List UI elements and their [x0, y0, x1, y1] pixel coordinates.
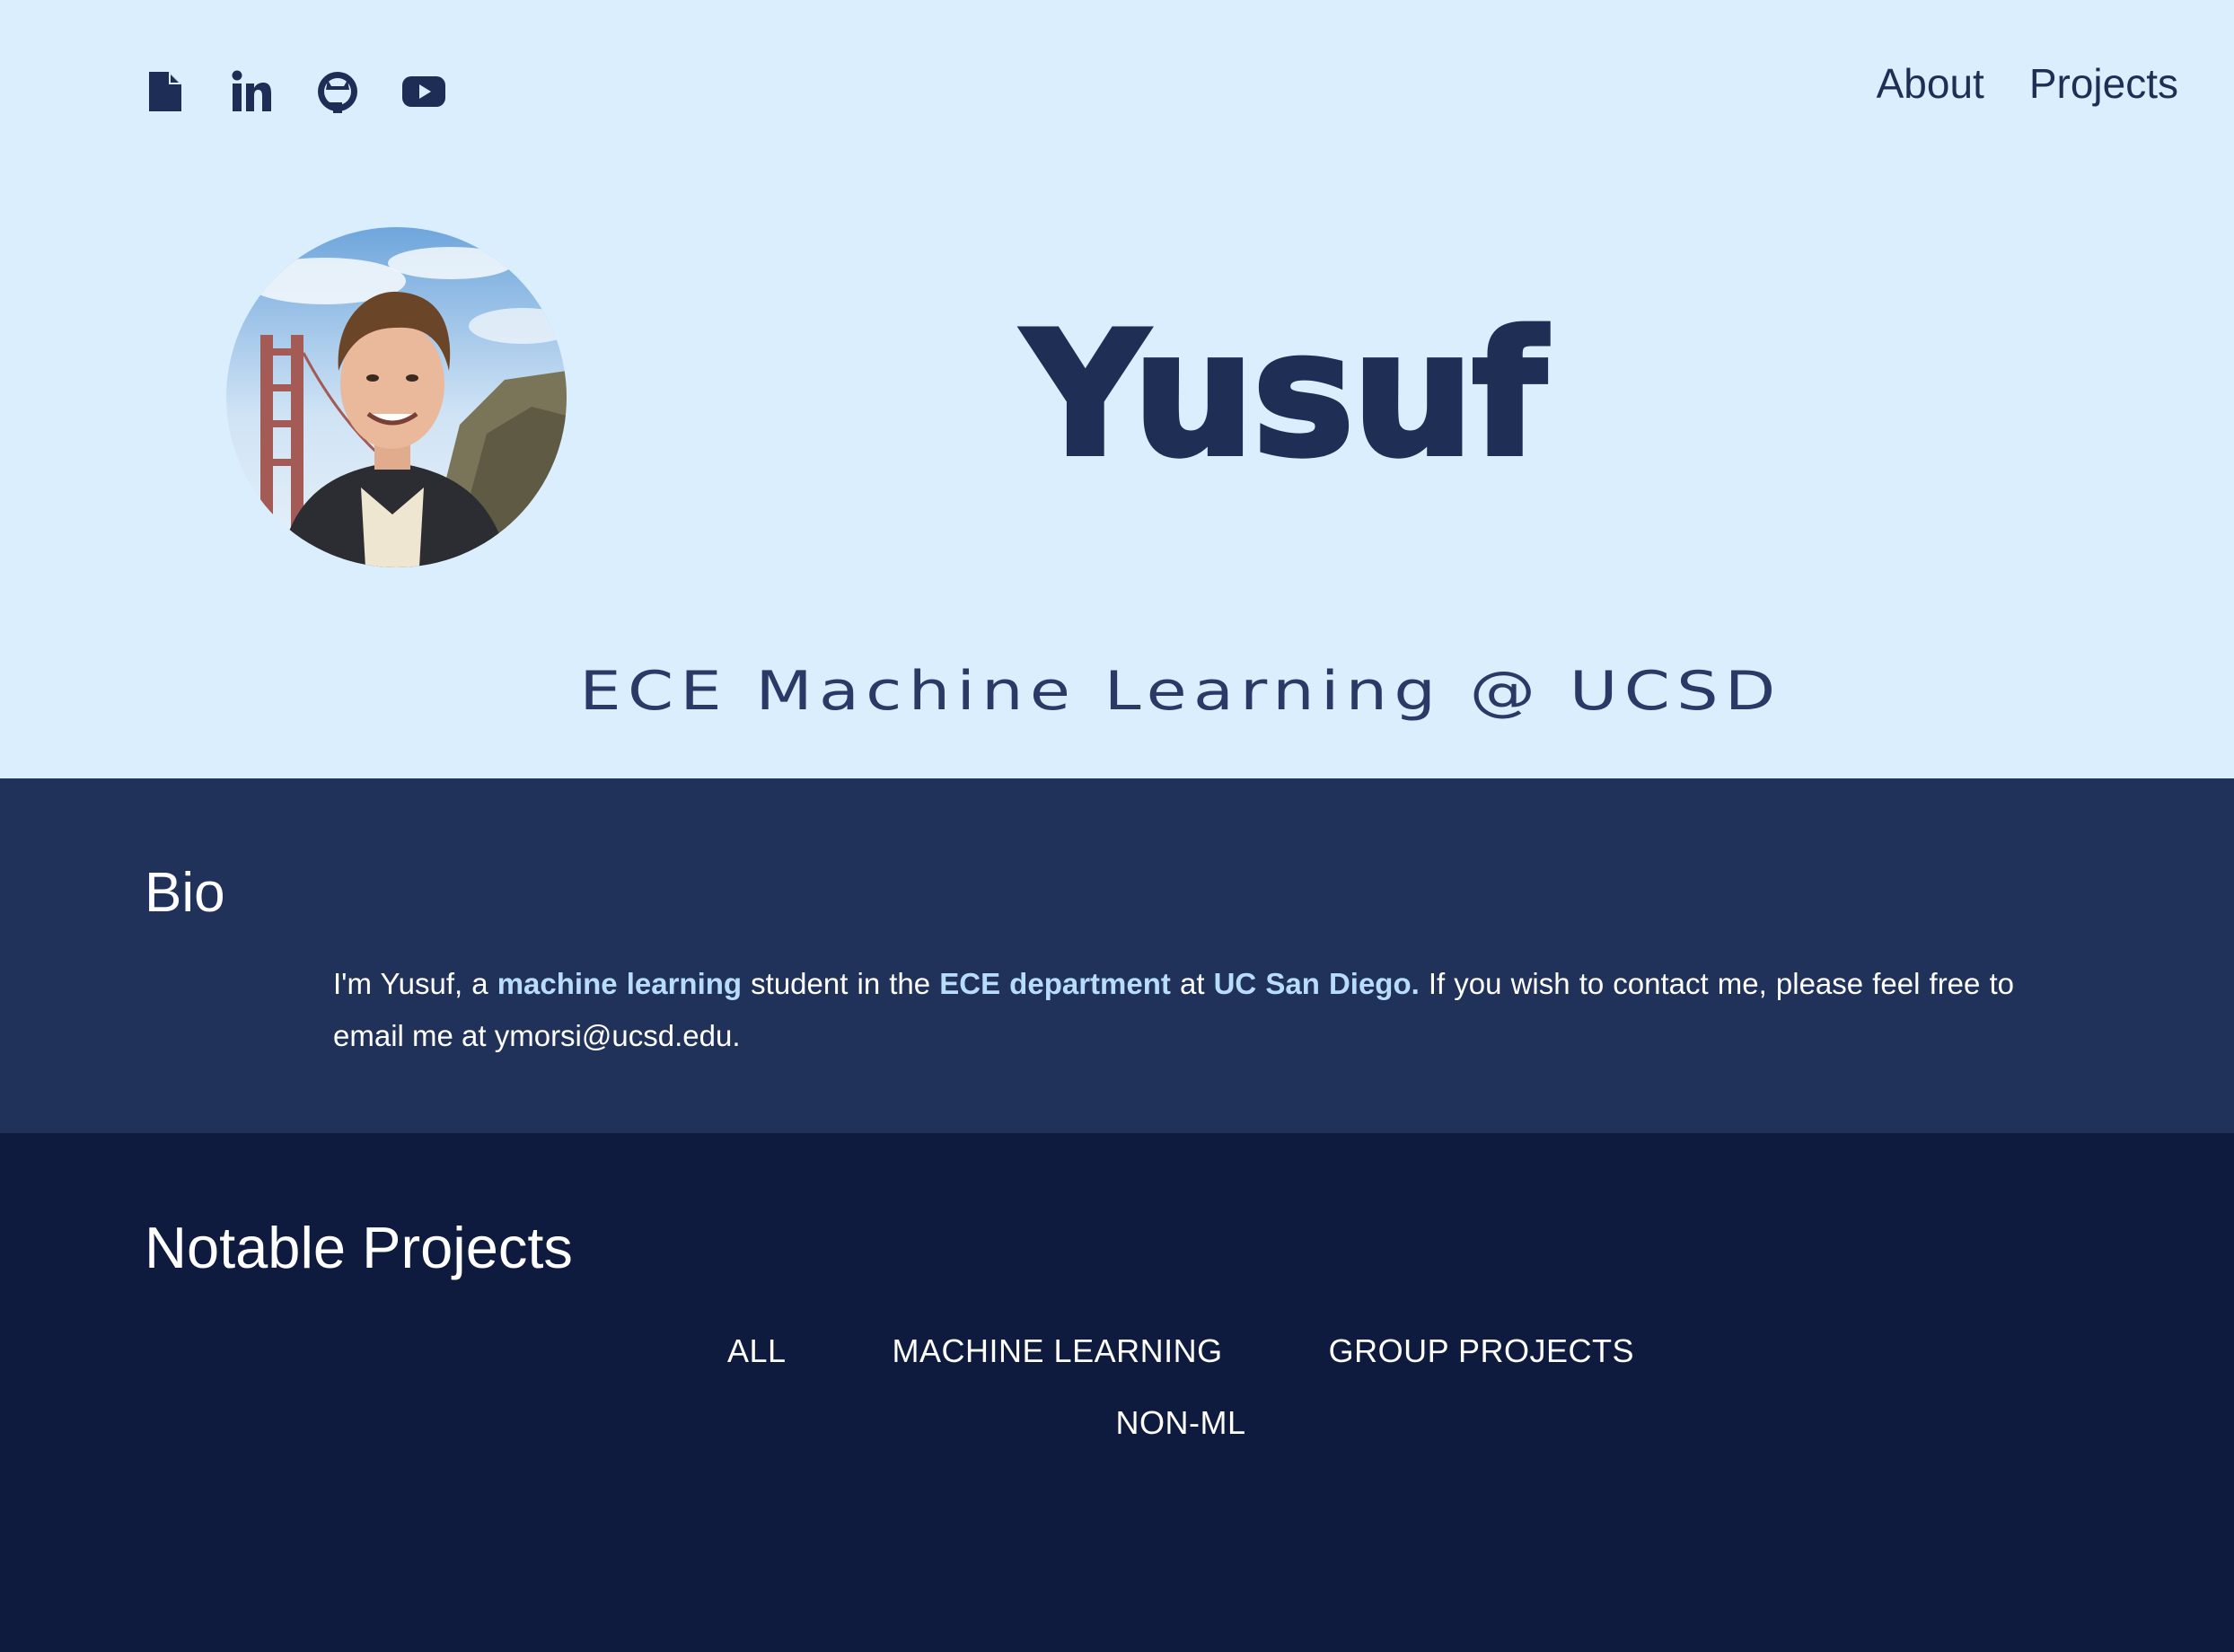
resume-icon-graphic	[149, 72, 181, 111]
filter-all[interactable]: ALL	[727, 1332, 787, 1370]
resume-icon[interactable]	[140, 66, 190, 117]
bio-section: Bio I'm Yusuf, a machine learning studen…	[0, 778, 2234, 1133]
bio-mid-2: at	[1170, 967, 1214, 1000]
bio-heading: Bio	[145, 862, 225, 924]
social-links	[140, 66, 449, 117]
youtube-icon[interactable]	[399, 66, 449, 117]
bio-intro: I'm Yusuf, a	[333, 967, 497, 1000]
nav-projects-link[interactable]: Projects	[2029, 59, 2178, 108]
filter-group-projects[interactable]: GROUP PROJECTS	[1329, 1332, 1634, 1370]
hero-tagline: ECE Machine Learning @ UCSD	[579, 660, 1782, 723]
nav-about-link[interactable]: About	[1877, 59, 1984, 108]
filter-non-ml[interactable]: NON-ML	[1116, 1404, 1246, 1442]
profile-photo	[226, 227, 567, 567]
hero-section: About Projects Yusuf ECE Machine Learnin…	[0, 0, 2234, 778]
projects-section: Notable Projects ALL MACHINE LEARNING GR…	[0, 1133, 2234, 1652]
linkedin-icon[interactable]	[226, 66, 277, 117]
bio-highlight-ucsd: UC San Diego.	[1213, 967, 1420, 1000]
project-filters-row-2: NON-ML	[0, 1404, 2234, 1442]
linkedin-icon-graphic	[232, 70, 271, 111]
github-icon[interactable]	[312, 66, 363, 117]
youtube-icon-graphic	[402, 76, 445, 107]
hero-name: Yusuf	[1021, 295, 1549, 494]
projects-heading: Notable Projects	[145, 1215, 573, 1280]
bio-highlight-ece: ECE department	[939, 967, 1171, 1000]
bio-text: I'm Yusuf, a machine learning student in…	[333, 958, 2014, 1062]
profile-photo-illustration	[226, 227, 567, 567]
filter-machine-learning[interactable]: MACHINE LEARNING	[893, 1332, 1223, 1370]
bio-highlight-ml: machine learning	[497, 967, 743, 1000]
project-filters: ALL MACHINE LEARNING GROUP PROJECTS	[0, 1332, 2234, 1370]
github-icon-graphic	[318, 72, 357, 113]
bio-mid-1: student in the	[742, 967, 940, 1000]
top-navigation: About Projects	[1877, 59, 2178, 108]
